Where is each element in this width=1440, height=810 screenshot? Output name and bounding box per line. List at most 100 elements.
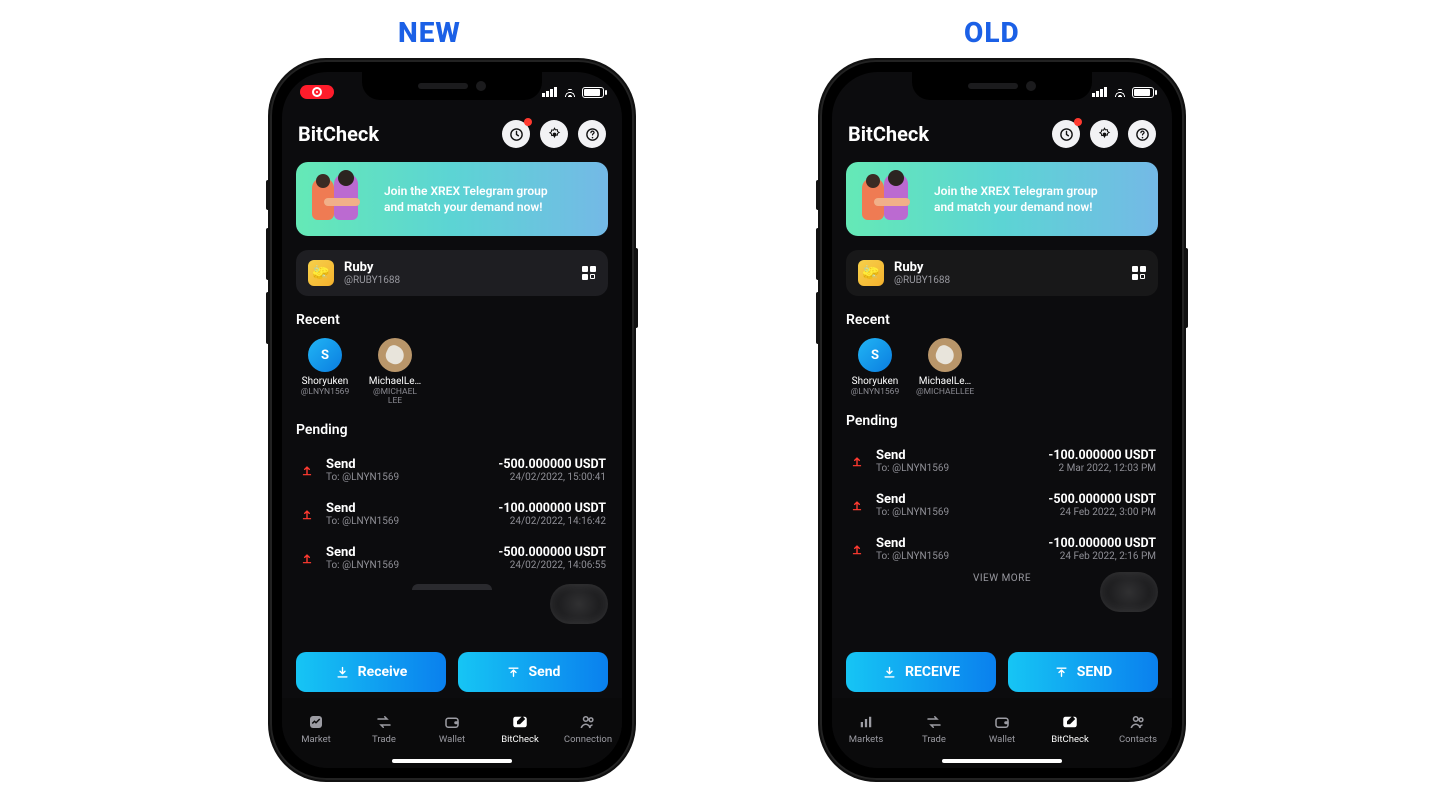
receive-label: RECEIVE [905, 664, 960, 680]
tab-label: Connection [558, 734, 618, 745]
tab-icon [558, 712, 618, 732]
tx-recipient: To: @LNYN1569 [326, 472, 488, 483]
contact-handle: @LNYN1569 [846, 388, 904, 397]
user-avatar: 🧽 [858, 260, 884, 286]
tab-icon [836, 712, 896, 732]
tab-bitcheck[interactable]: BitCheck [490, 712, 550, 745]
user-avatar: 🧽 [308, 260, 334, 286]
tab-contacts[interactable]: Contacts [1108, 712, 1168, 745]
history-icon[interactable] [502, 120, 530, 148]
phone-new: BitCheck Join the XREX Telegram g [270, 60, 634, 780]
user-name: Ruby [894, 260, 950, 275]
app-title: BitCheck [848, 122, 929, 146]
tab-icon [972, 712, 1032, 732]
history-icon[interactable] [1052, 120, 1080, 148]
recent-contact[interactable]: MichaelLe… @MICHAEL LEE [366, 338, 424, 406]
recent-contact[interactable]: S Shoryuken @LNYN1569 [846, 338, 904, 397]
user-handle: @RUBY1688 [344, 275, 400, 286]
tab-label: BitCheck [1040, 734, 1100, 745]
transaction-row[interactable]: Send To: @LNYN1569 -500.000000 USDT 24/0… [296, 448, 608, 492]
tx-recipient: To: @LNYN1569 [326, 516, 488, 527]
recent-contact[interactable]: S Shoryuken @LNYN1569 [296, 338, 354, 406]
tab-markets[interactable]: Markets [836, 712, 896, 745]
tab-label: Markets [836, 734, 896, 745]
settings-icon[interactable] [540, 120, 568, 148]
tx-recipient: To: @LNYN1569 [876, 551, 1038, 562]
tx-title: Send [876, 448, 1038, 463]
transaction-row[interactable]: Send To: @LNYN1569 -100.000000 USDT 24 F… [846, 527, 1158, 571]
qr-icon[interactable] [1132, 266, 1146, 280]
phone-old: BitCheck Join the XREX Telegram g [820, 60, 1184, 780]
promo-text-2: and match your demand now! [934, 199, 1098, 215]
promo-illustration [310, 174, 374, 224]
tab-icon [422, 712, 482, 732]
tx-amount: -100.000000 USDT [498, 501, 606, 516]
pending-heading: Pending [296, 422, 608, 438]
recent-heading: Recent [846, 312, 1158, 328]
cell-signal-icon [1092, 87, 1108, 97]
sheet-handle[interactable] [412, 584, 492, 590]
tab-icon [354, 712, 414, 732]
user-card[interactable]: 🧽 Ruby @RUBY1688 [846, 250, 1158, 296]
promo-banner[interactable]: Join the XREX Telegram group and match y… [296, 162, 608, 236]
promo-text-1: Join the XREX Telegram group [934, 183, 1098, 199]
tx-date: 2 Mar 2022, 12:03 PM [1048, 463, 1156, 474]
battery-icon [582, 87, 604, 98]
tab-icon [1108, 712, 1168, 732]
receive-button[interactable]: RECEIVE [846, 652, 996, 692]
tab-trade[interactable]: Trade [354, 712, 414, 745]
transaction-row[interactable]: Send To: @LNYN1569 -500.000000 USDT 24 F… [846, 483, 1158, 527]
label-old: OLD [964, 16, 1020, 49]
tab-wallet[interactable]: Wallet [972, 712, 1032, 745]
send-label: Send [529, 664, 561, 680]
cell-signal-icon [542, 87, 558, 97]
settings-icon[interactable] [1090, 120, 1118, 148]
receive-button[interactable]: Receive [296, 652, 446, 692]
tab-label: Trade [904, 734, 964, 745]
tab-label: Wallet [422, 734, 482, 745]
label-new: NEW [398, 16, 461, 49]
wifi-icon [1113, 87, 1127, 97]
home-indicator[interactable] [942, 759, 1062, 763]
contact-avatar: S [858, 338, 892, 372]
send-arrow-icon [298, 505, 316, 523]
view-more-button[interactable]: VIEW MORE [846, 573, 1158, 584]
transaction-row[interactable]: Send To: @LNYN1569 -100.000000 USDT 2 Ma… [846, 439, 1158, 483]
send-button[interactable]: Send [458, 652, 608, 692]
tab-connection[interactable]: Connection [558, 712, 618, 745]
contact-name: Shoryuken [846, 376, 904, 388]
tab-bitcheck[interactable]: BitCheck [1040, 712, 1100, 745]
tab-icon [490, 712, 550, 732]
tx-amount: -100.000000 USDT [1048, 536, 1156, 551]
qr-icon[interactable] [582, 266, 596, 280]
tab-icon [286, 712, 346, 732]
user-name: Ruby [344, 260, 400, 275]
tx-amount: -100.000000 USDT [1048, 448, 1156, 463]
home-indicator[interactable] [392, 759, 512, 763]
send-arrow-icon [848, 496, 866, 514]
promo-text-2: and match your demand now! [384, 199, 548, 215]
help-icon[interactable] [1128, 120, 1156, 148]
phone-notch [362, 72, 542, 100]
tab-label: Trade [354, 734, 414, 745]
tx-amount: -500.000000 USDT [498, 457, 606, 472]
transaction-row[interactable]: Send To: @LNYN1569 -100.000000 USDT 24/0… [296, 492, 608, 536]
recent-contact[interactable]: MichaelLe… @MICHAELLEE [916, 338, 974, 397]
send-button[interactable]: SEND [1008, 652, 1158, 692]
send-label: SEND [1077, 664, 1112, 680]
recording-indicator [300, 85, 334, 99]
promo-banner[interactable]: Join the XREX Telegram group and match y… [846, 162, 1158, 236]
user-card[interactable]: 🧽 Ruby @RUBY1688 [296, 250, 608, 296]
tx-title: Send [326, 501, 488, 516]
tab-market[interactable]: Market [286, 712, 346, 745]
help-icon[interactable] [578, 120, 606, 148]
promo-illustration [860, 174, 924, 224]
transaction-row[interactable]: Send To: @LNYN1569 -500.000000 USDT 24/0… [296, 536, 608, 580]
tab-trade[interactable]: Trade [904, 712, 964, 745]
pending-heading: Pending [846, 413, 1158, 429]
tx-date: 24/02/2022, 15:00:41 [498, 472, 606, 483]
tab-label: Market [286, 734, 346, 745]
tx-recipient: To: @LNYN1569 [876, 463, 1038, 474]
tab-wallet[interactable]: Wallet [422, 712, 482, 745]
contact-name: MichaelLe… [916, 376, 974, 388]
